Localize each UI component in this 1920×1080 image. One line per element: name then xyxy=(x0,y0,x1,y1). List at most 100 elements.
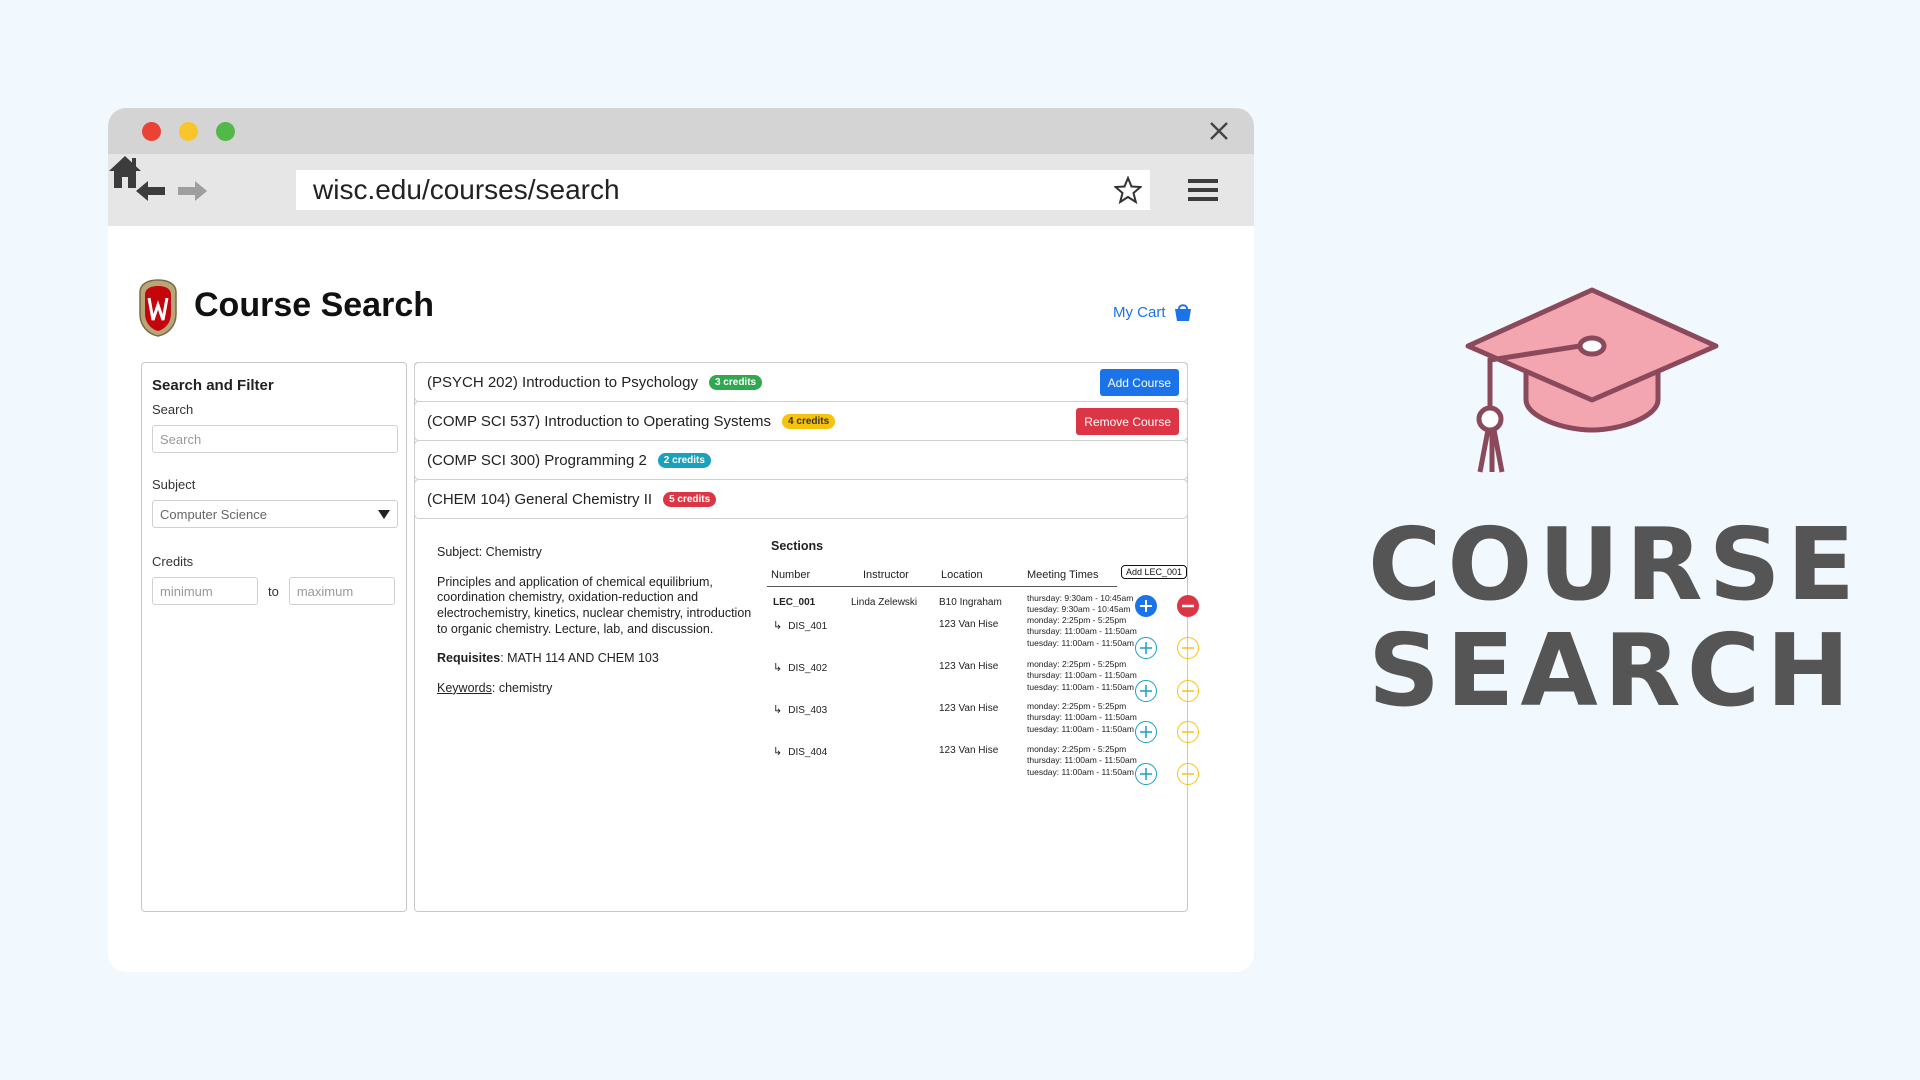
section-location: B10 Ingraham xyxy=(939,597,1002,608)
my-cart-link[interactable]: My Cart xyxy=(1113,302,1192,322)
section-location: 123 Van Hise xyxy=(939,703,999,714)
url-text: wisc.edu/courses/search xyxy=(313,174,620,205)
maximize-window-dot[interactable] xyxy=(216,122,235,141)
university-crest-logo xyxy=(139,279,177,337)
filter-heading: Search and Filter xyxy=(152,377,274,394)
add-section-tooltip: Add LEC_001 xyxy=(1121,565,1188,579)
credits-to-label: to xyxy=(268,583,279,599)
add-section-button[interactable] xyxy=(1135,595,1157,617)
meeting-time: thursday: 11:00am - 11:50am xyxy=(1027,626,1137,637)
credits-badge: 2 credits xyxy=(657,452,711,468)
meeting-time: tuesday: 11:00am - 11:50am xyxy=(1027,723,1134,734)
meeting-time: monday: 2:25pm - 5:25pm xyxy=(1027,615,1127,625)
course-detail: Subject: Chemistry Principles and applic… xyxy=(437,545,753,710)
header-divider xyxy=(767,586,1117,587)
meeting-time: thursday: 11:00am - 11:50am xyxy=(1027,712,1137,723)
course-name: (COMP SCI 537) Introduction to Operating… xyxy=(427,412,772,430)
course-row-expanded[interactable]: (CHEM 104) General Chemistry II 5 credit… xyxy=(414,479,1188,519)
credits-max-input[interactable]: maximum xyxy=(288,577,395,605)
credits-badge: 3 credits xyxy=(708,374,763,390)
course-row[interactable]: (PSYCH 202) Introduction to Psychology 3… xyxy=(414,362,1188,402)
meeting-time: tuesday: 11:00am - 11:50am xyxy=(1027,681,1134,692)
section-location: 123 Van Hise xyxy=(939,619,999,630)
subject-select-value: Computer Science xyxy=(160,506,267,522)
course-list-panel: (PSYCH 202) Introduction to Psychology 3… xyxy=(414,362,1199,912)
brand-title: COURSE SEARCH xyxy=(1368,506,1861,729)
course-row[interactable]: (COMP SCI 537) Introduction to Operating… xyxy=(414,401,1188,441)
section-times: monday: 2:25pm - 5:25pm thursday: 11:00a… xyxy=(1027,744,1137,778)
credits-badge: 4 credits xyxy=(782,413,836,429)
section-times: monday: 2:25pm - 5:25pm thursday: 11:00a… xyxy=(1027,659,1137,693)
page-content: Course Search My Cart Search and Filter … xyxy=(108,226,1254,972)
meeting-time: tuesday: 11:00am - 11:50am xyxy=(1027,637,1134,648)
add-section-button[interactable] xyxy=(1135,637,1157,659)
section-number: DIS_404 xyxy=(788,747,828,758)
remove-section-button[interactable] xyxy=(1177,721,1199,743)
course-name: (CHEM 104) General Chemistry II xyxy=(427,490,653,508)
meeting-time: monday: 2:25pm - 5:25pm xyxy=(1027,744,1127,754)
title-bar xyxy=(108,108,1254,154)
shopping-basket-icon xyxy=(1174,304,1191,321)
star-icon[interactable] xyxy=(1114,176,1142,204)
address-bar[interactable]: wisc.edu/courses/search xyxy=(296,170,1150,210)
section-times: monday: 2:25pm - 5:25pm thursday: 11:00a… xyxy=(1027,615,1137,649)
brand-title-line: SEARCH xyxy=(1368,612,1856,729)
meeting-time: thursday: 9:30am - 10:45am xyxy=(1027,593,1134,603)
plus-icon xyxy=(1140,600,1152,612)
section-number-cell: ↳ DIS_403 xyxy=(773,703,827,716)
section-times: thursday: 9:30am - 10:45am tuesday: 9:30… xyxy=(1027,593,1133,616)
course-row[interactable]: (COMP SCI 300) Programming 2 2 credits xyxy=(414,440,1188,480)
plus-icon xyxy=(1140,726,1152,738)
credits-min-input[interactable]: minimum xyxy=(152,577,258,605)
meeting-time: tuesday: 11:00am - 11:50am xyxy=(1027,766,1134,777)
section-number: DIS_402 xyxy=(788,663,828,674)
minus-icon xyxy=(1182,647,1194,649)
course-name: (PSYCH 202) Introduction to Psychology xyxy=(427,373,698,391)
search-label: Search xyxy=(152,402,194,417)
add-section-button[interactable] xyxy=(1135,763,1157,785)
credits-range: minimum to maximum xyxy=(152,577,396,605)
search-input[interactable]: Search xyxy=(152,425,398,453)
section-number: DIS_403 xyxy=(788,705,828,716)
back-arrow-icon[interactable] xyxy=(134,176,168,206)
close-window-dot[interactable] xyxy=(142,122,161,141)
column-header: Number xyxy=(771,569,811,581)
remove-course-button[interactable]: Remove Course xyxy=(1076,408,1179,435)
section-location: 123 Van Hise xyxy=(939,745,999,756)
meeting-time: monday: 2:25pm - 5:25pm xyxy=(1027,701,1127,711)
minimize-window-dot[interactable] xyxy=(179,122,198,141)
hamburger-menu-icon[interactable] xyxy=(1188,178,1218,202)
add-course-button[interactable]: Add Course xyxy=(1099,369,1179,396)
section-number-cell: ↳ DIS_402 xyxy=(773,661,827,674)
section-location: 123 Van Hise xyxy=(939,661,999,672)
browser-window: wisc.edu/courses/search Course Search My… xyxy=(108,108,1254,972)
requisites-label: Requisites xyxy=(437,651,501,666)
column-header: Location xyxy=(941,569,983,581)
add-section-button[interactable] xyxy=(1135,680,1157,702)
section-number: DIS_401 xyxy=(788,621,828,632)
forward-arrow-icon[interactable] xyxy=(175,176,209,206)
minus-icon xyxy=(1182,731,1194,733)
keywords-label: Keywords xyxy=(437,680,492,695)
remove-section-button[interactable] xyxy=(1177,763,1199,785)
add-section-button[interactable] xyxy=(1135,721,1157,743)
section-number: LEC_001 xyxy=(773,597,816,608)
sub-section-arrow: ↳ xyxy=(773,704,783,716)
sub-section-arrow: ↳ xyxy=(773,746,783,758)
subject-select[interactable]: Computer Science xyxy=(152,500,398,528)
course-description: Principles and application of chemical e… xyxy=(437,574,752,636)
remove-section-button[interactable] xyxy=(1177,680,1199,702)
course-subject: Subject: Chemistry xyxy=(437,545,542,559)
section-number-cell: ↳ DIS_404 xyxy=(773,745,827,758)
requisites-value: : MATH 114 AND CHEM 103 xyxy=(500,651,659,666)
section-times: monday: 2:25pm - 5:25pm thursday: 11:00a… xyxy=(1027,701,1137,735)
brand-title-line: COURSE xyxy=(1368,506,1861,623)
subject-label: Subject xyxy=(152,477,196,492)
column-header: Meeting Times xyxy=(1027,569,1099,581)
minus-icon xyxy=(1182,604,1194,608)
remove-section-button[interactable] xyxy=(1177,595,1199,617)
close-icon[interactable] xyxy=(1206,118,1232,144)
section-number-cell: ↳ DIS_401 xyxy=(773,619,827,632)
remove-section-button[interactable] xyxy=(1177,637,1199,659)
plus-icon xyxy=(1140,768,1152,780)
